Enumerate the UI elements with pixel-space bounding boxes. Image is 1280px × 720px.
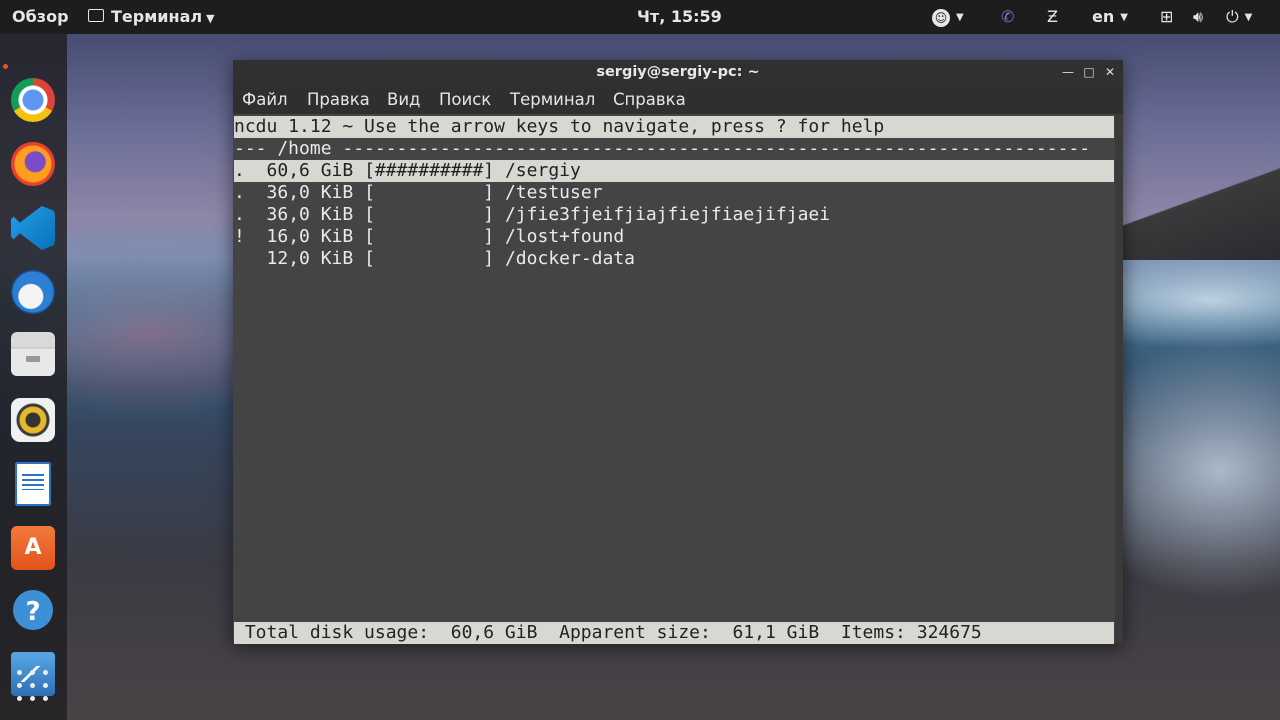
viber-tray-icon[interactable]: ✆ [1001,7,1014,27]
menu-bar: Файл Правка Вид Поиск Терминал Справка [233,86,1123,114]
terminal-window[interactable]: sergiy@sergiy-pc: ~ — □ ✕ Файл Правка Ви… [233,60,1123,644]
chevron-down-icon: ▼ [1120,11,1128,23]
menu-search[interactable]: Поиск [439,89,491,111]
row-bar: [ ] [364,226,495,247]
row-flag: . [234,204,245,225]
row-name: /sergiy [504,160,581,181]
volume-icon[interactable]: 🔊︎ [1193,7,1203,27]
ncdu-header: ncdu 1.12 ~ Use the arrow keys to naviga… [234,116,1114,138]
window-titlebar[interactable]: sergiy@sergiy-pc: ~ — □ ✕ [233,60,1123,86]
vscode-icon[interactable] [11,206,55,250]
running-indicator [3,64,8,69]
chevron-down-icon: ▼ [206,12,215,25]
row-size: 36,0 KiB [266,182,354,203]
row-bar: [##########] [364,160,495,181]
ncdu-footer: Total disk usage: 60,6 GiB Apparent size… [234,622,1114,644]
ncdu-row[interactable]: 12,0 KiB [ ] /docker-data [234,248,635,270]
ncdu-path-line: --- /home ------------------------------… [234,138,1091,159]
writer-icon[interactable] [15,462,51,506]
power-menu[interactable]: ⏻ ▼ [1226,7,1252,28]
power-icon: ⏻ [1226,7,1239,26]
terminal-scrollbar[interactable] [1115,114,1123,643]
top-bar: Обзор Терминал ▼ Чт, 15:59 ☺ ▼ ✆ Ƶ en ▼ ⊞ 🔊… [0,0,1280,34]
row-bar: [ ] [364,204,495,225]
accessibility-menu[interactable]: ☺ ▼ [932,7,964,28]
row-name: /jfie3fjeifjiajfiejfiaejifjaei [504,204,831,225]
menu-edit[interactable]: Правка [307,89,370,111]
files-icon[interactable] [11,332,55,376]
row-flag: . [234,182,245,203]
menu-view[interactable]: Вид [387,89,420,111]
help-icon[interactable]: ? [13,590,53,630]
app-menu-label: Терминал [111,7,203,26]
close-icon[interactable]: ✕ [1099,60,1121,86]
ncdu-row-selected[interactable]: . 60,6 GiB [##########] /sergiy [234,160,1114,182]
network-icon[interactable]: ⊞ [1160,7,1173,27]
row-flag: ! [234,226,245,247]
row-bar: [ ] [364,182,495,203]
menu-file[interactable]: Файл [242,89,288,111]
app-grid-icon[interactable] [15,668,51,704]
terminal-icon [88,9,104,22]
indicator-icon[interactable]: Ƶ [1047,7,1058,27]
window-title: sergiy@sergiy-pc: ~ [596,64,760,80]
menu-terminal[interactable]: Терминал [510,89,595,111]
software-icon[interactable]: A [11,526,55,570]
rhythmbox-icon[interactable] [11,398,55,442]
row-bar: [ ] [364,248,495,269]
row-size: 16,0 KiB [266,226,354,247]
row-size: 12,0 KiB [266,248,354,269]
row-flag: . [234,160,245,181]
chevron-down-icon: ▼ [1244,11,1253,23]
thunderbird-icon[interactable] [11,270,55,314]
accessibility-icon: ☺ [932,8,950,27]
keyboard-layout-label: en [1092,7,1115,26]
row-size: 60,6 GiB [266,160,354,181]
row-size: 36,0 KiB [266,204,354,225]
dock: A ? [0,34,67,720]
app-menu[interactable]: Терминал ▼ [88,7,215,29]
maximize-icon[interactable]: □ [1078,60,1100,86]
clock[interactable]: Чт, 15:59 [637,7,722,27]
ncdu-row[interactable]: . 36,0 KiB [ ] /testuser [234,182,603,204]
ncdu-row[interactable]: . 36,0 KiB [ ] /jfie3fjeifjiajfiejfiaeji… [234,204,830,226]
chrome-icon[interactable] [11,78,55,122]
wallpaper-mountain [1120,150,1280,260]
minimize-icon[interactable]: — [1057,60,1079,86]
activities-button[interactable]: Обзор [12,7,69,27]
terminal-screen[interactable]: ncdu 1.12 ~ Use the arrow keys to naviga… [233,114,1115,644]
chevron-down-icon: ▼ [956,11,964,23]
ncdu-row[interactable]: ! 16,0 KiB [ ] /lost+found [234,226,624,248]
firefox-icon[interactable] [11,142,55,186]
row-name: /lost+found [504,226,625,247]
menu-help[interactable]: Справка [613,89,686,111]
row-flag [234,248,245,269]
row-name: /testuser [504,182,603,203]
keyboard-layout-menu[interactable]: en ▼ [1092,7,1128,28]
row-name: /docker-data [504,248,636,269]
